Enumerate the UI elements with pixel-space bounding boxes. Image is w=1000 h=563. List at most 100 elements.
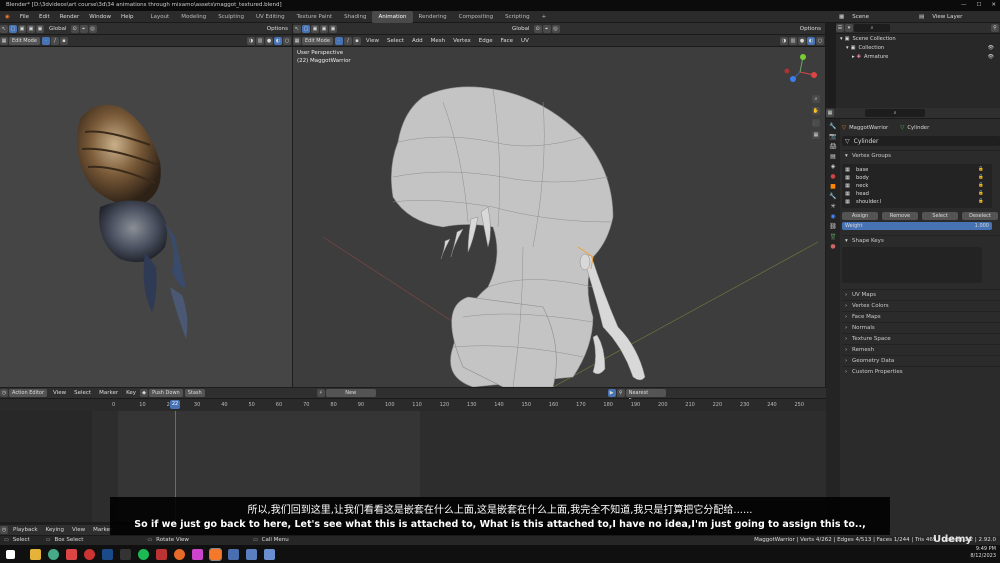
- maximize-icon[interactable]: ☐: [976, 0, 981, 11]
- firefox-icon[interactable]: [174, 548, 185, 560]
- playback-menu[interactable]: Playback: [9, 527, 42, 533]
- select-button[interactable]: Select: [922, 212, 958, 220]
- editor-type-icon[interactable]: ▦: [826, 109, 834, 117]
- lock-icon[interactable]: 🔒: [978, 190, 984, 198]
- push-down-button[interactable]: Push Down: [149, 389, 183, 397]
- vertex-group-item[interactable]: ▦ neck 🔒: [842, 182, 992, 190]
- left-viewport[interactable]: [0, 47, 292, 387]
- weight-slider[interactable]: Weight 1.000: [842, 222, 992, 230]
- vertex-select-icon[interactable]: ·: [334, 36, 343, 45]
- orientation-dropdown[interactable]: Global: [508, 26, 534, 32]
- overlay-icon[interactable]: ◑: [247, 36, 255, 45]
- outliner-row[interactable]: ▾ ▣ Scene Collection: [836, 34, 1000, 43]
- vertex-select-icon[interactable]: ·: [41, 36, 50, 45]
- blender-taskbar-icon[interactable]: [209, 547, 222, 561]
- workspace-tab-layout[interactable]: Layout: [145, 11, 176, 23]
- proportional-icon[interactable]: ◎: [551, 24, 560, 33]
- vertex-group-item[interactable]: ▦ shoulder.l 🔒: [842, 198, 992, 206]
- options-dropdown[interactable]: Options: [796, 26, 825, 32]
- chrome-icon[interactable]: [48, 548, 59, 560]
- view-menu[interactable]: View: [68, 527, 89, 533]
- app-icon[interactable]: [264, 548, 275, 560]
- panel-header[interactable]: › UV Maps: [842, 289, 1000, 300]
- system-clock[interactable]: 9:49 PM 8/12/2023: [970, 546, 996, 560]
- face-select-icon[interactable]: ▪: [352, 36, 361, 45]
- options-dropdown[interactable]: Options: [263, 26, 292, 32]
- search-icon[interactable]: ⌕: [854, 24, 890, 32]
- lock-icon[interactable]: 🔒: [978, 166, 984, 174]
- material-shading-icon[interactable]: ◐: [807, 36, 815, 45]
- select-mode-icon[interactable]: ▣: [36, 24, 44, 33]
- steam-icon[interactable]: [102, 548, 113, 560]
- menu-render[interactable]: Render: [55, 11, 85, 23]
- viewport-menu-vertex[interactable]: Vertex: [449, 38, 475, 44]
- rendered-shading-icon[interactable]: ○: [283, 36, 291, 45]
- edge-select-icon[interactable]: /: [50, 36, 59, 45]
- outliner-row[interactable]: ▸ ✚ Armature 👁: [836, 52, 1000, 61]
- panel-header[interactable]: › Normals: [842, 322, 1000, 333]
- modifier-tab-icon[interactable]: 🔧: [829, 193, 836, 200]
- filter-options-icon[interactable]: ⚲: [991, 24, 999, 32]
- app-icon[interactable]: [120, 548, 131, 560]
- windows-start-icon[interactable]: [6, 549, 15, 559]
- view-layer-selector[interactable]: ▤ View Layer: [915, 11, 966, 23]
- action-menu-marker[interactable]: Marker: [95, 390, 122, 396]
- mesh-data-field[interactable]: ▽ Cylinder: [842, 136, 1000, 146]
- file-explorer-icon[interactable]: [30, 548, 41, 560]
- workspace-tab-modeling[interactable]: Modeling: [175, 11, 212, 23]
- action-editor-mode-dropdown[interactable]: Action Editor: [9, 389, 48, 397]
- viewport-menu-view[interactable]: View: [362, 38, 383, 44]
- keyframe-icon[interactable]: ◆: [140, 389, 149, 397]
- workspace-tab-rendering[interactable]: Rendering: [413, 11, 453, 23]
- assign-button[interactable]: Assign: [842, 212, 878, 220]
- proportional-icon[interactable]: ◎: [88, 24, 97, 33]
- edge-select-icon[interactable]: /: [343, 36, 352, 45]
- face-select-icon[interactable]: ▪: [59, 36, 68, 45]
- workspace-tab-animation[interactable]: Animation: [372, 10, 413, 23]
- select-mode-icon[interactable]: ▣: [18, 24, 26, 33]
- outliner-row[interactable]: ▾ ▣ Collection 👁: [836, 43, 1000, 52]
- panel-header[interactable]: › Custom Properties: [842, 366, 1000, 377]
- spotify-icon[interactable]: [138, 548, 149, 560]
- current-frame-indicator[interactable]: 22: [170, 400, 180, 409]
- scene-tab-icon[interactable]: ◈: [831, 163, 836, 170]
- snap-icon[interactable]: ⌖: [79, 24, 88, 33]
- filter-icon[interactable]: ▾: [845, 24, 853, 32]
- workspace-tab-uv-editing[interactable]: UV Editing: [250, 11, 291, 23]
- data-tab-icon[interactable]: ▽: [830, 233, 836, 240]
- shape-keys-panel-header[interactable]: ▾ Shape Keys: [842, 235, 1000, 245]
- select-mode-icon[interactable]: ▣: [27, 24, 35, 33]
- action-browse-icon[interactable]: ⚡: [316, 389, 325, 397]
- select-mode-icon[interactable]: ▣: [329, 24, 337, 33]
- workspace-tab-compositing[interactable]: Compositing: [453, 11, 499, 23]
- panel-header[interactable]: › Remesh: [842, 344, 1000, 355]
- cursor-icon[interactable]: ↖: [293, 24, 301, 33]
- editor-type-icon[interactable]: ◷: [0, 526, 8, 534]
- visibility-eye-icon[interactable]: 👁: [988, 45, 994, 51]
- shape-keys-list[interactable]: [842, 247, 982, 283]
- mode-dropdown[interactable]: Edit Mode: [9, 36, 40, 45]
- app-icon[interactable]: [246, 548, 257, 560]
- overlay-icon[interactable]: ◑: [780, 36, 788, 45]
- close-icon[interactable]: ✕: [991, 0, 996, 11]
- auto-snap-icon[interactable]: ▶: [607, 389, 616, 397]
- snap-icon[interactable]: ⌖: [542, 24, 551, 33]
- scene-selector[interactable]: ▦ Scene: [835, 11, 873, 23]
- search-icon[interactable]: ⌕: [865, 109, 925, 117]
- editor-type-icon[interactable]: ☰: [836, 24, 844, 32]
- viewport-menu-mesh[interactable]: Mesh: [427, 38, 449, 44]
- expand-arrow-icon[interactable]: ▾: [840, 36, 843, 42]
- expand-arrow-icon[interactable]: ▸: [852, 54, 855, 60]
- panel-header[interactable]: › Geometry Data: [842, 355, 1000, 366]
- app-icon[interactable]: [84, 548, 95, 560]
- material-shading-icon[interactable]: ◐: [274, 36, 282, 45]
- mode-dropdown[interactable]: Edit Mode: [302, 36, 333, 45]
- select-mode-icon[interactable]: ▣: [320, 24, 328, 33]
- select-box-icon[interactable]: ▢: [9, 24, 17, 33]
- object-tab-icon[interactable]: ■: [830, 183, 836, 190]
- menu-help[interactable]: Help: [116, 11, 139, 23]
- vertex-group-item[interactable]: ▦ body 🔒: [842, 174, 992, 182]
- editor-type-icon[interactable]: ▦: [0, 36, 8, 45]
- select-mode-icon[interactable]: ▣: [311, 24, 319, 33]
- remove-button[interactable]: Remove: [882, 212, 918, 220]
